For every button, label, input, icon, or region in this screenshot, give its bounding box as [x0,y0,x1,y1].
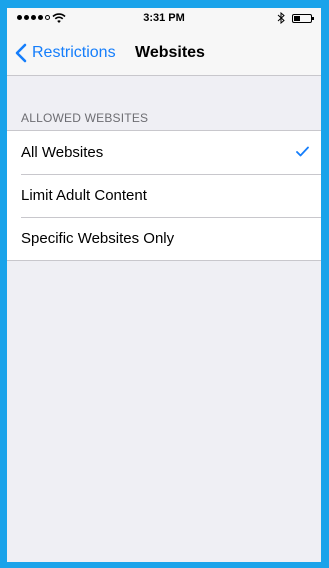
device-frame: 3:31 PM Restrictions Websites ALLOWED WE… [0,0,329,568]
battery-icon [292,14,314,23]
page-title: Websites [135,44,205,61]
back-label: Restrictions [32,44,116,61]
status-time: 3:31 PM [143,12,185,24]
option-specific-websites-only[interactable]: Specific Websites Only [7,217,321,260]
battery-fill [294,16,300,21]
chevron-left-icon [15,43,27,63]
option-label: Specific Websites Only [21,230,175,247]
option-all-websites[interactable]: All Websites [7,131,321,174]
section-header: ALLOWED WEBSITES [21,111,149,125]
status-bar: 3:31 PM [7,8,321,30]
bluetooth-icon [277,12,285,24]
navigation-bar: Restrictions Websites [7,30,321,76]
back-button[interactable]: Restrictions [15,42,116,64]
option-label: Limit Adult Content [21,187,147,204]
options-list: All Websites Limit Adult Content Specifi… [7,130,321,261]
battery-nub [312,17,314,20]
checkmark-icon [296,146,309,157]
screen: 3:31 PM Restrictions Websites ALLOWED WE… [7,8,321,562]
option-limit-adult-content[interactable]: Limit Adult Content [7,174,321,217]
option-label: All Websites [21,144,104,161]
